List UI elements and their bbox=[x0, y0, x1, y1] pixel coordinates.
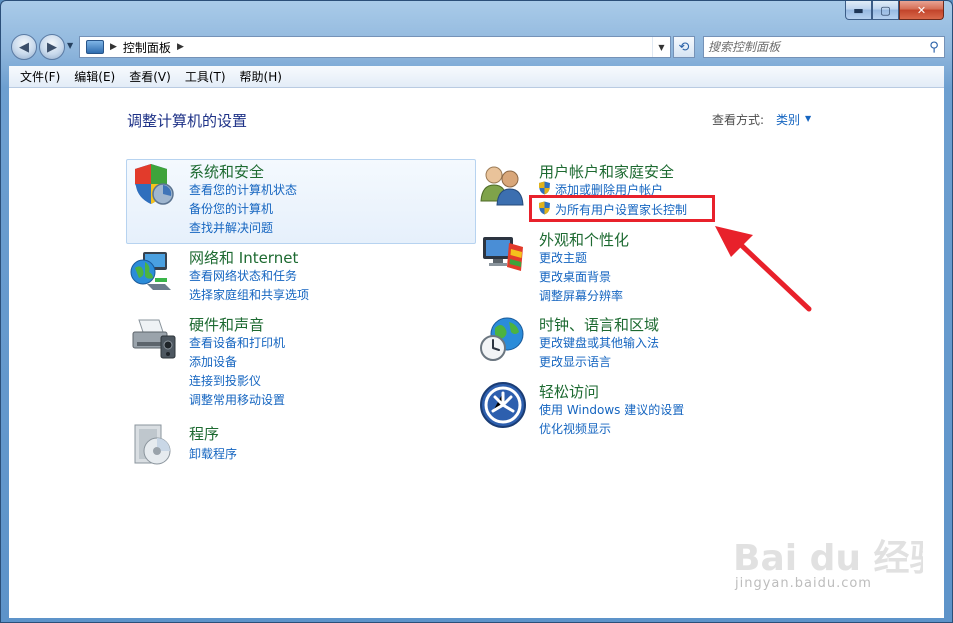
printer-hardware-icon bbox=[132, 319, 176, 359]
forward-arrow-icon: ▶ bbox=[47, 39, 57, 55]
uac-shield-icon bbox=[539, 181, 550, 195]
view-mode-label: 查看方式: bbox=[712, 113, 765, 127]
link-change-display-language[interactable]: 更改显示语言 bbox=[539, 353, 611, 370]
link-optimize-visual-display[interactable]: 优化视频显示 bbox=[539, 420, 611, 437]
link-add-device[interactable]: 添加设备 bbox=[189, 353, 237, 370]
search-box[interactable]: ⚲ bbox=[703, 36, 945, 58]
link-view-network-status[interactable]: 查看网络状态和任务 bbox=[189, 267, 297, 284]
category-title-system-security[interactable]: 系统和安全 bbox=[189, 161, 264, 182]
annotation-highlight-box bbox=[529, 195, 715, 222]
back-button[interactable]: ◀ bbox=[11, 34, 37, 60]
user-accounts-icon bbox=[480, 166, 524, 206]
close-button[interactable]: ✕ bbox=[899, 1, 944, 20]
watermark-url: jingyan.baidu.com bbox=[735, 576, 872, 591]
link-change-theme[interactable]: 更改主题 bbox=[539, 249, 587, 266]
address-dropdown-button[interactable]: ▼ bbox=[652, 37, 670, 57]
appearance-monitor-icon bbox=[483, 237, 523, 271]
link-devices-printers[interactable]: 查看设备和打印机 bbox=[189, 334, 285, 351]
recent-pages-dropdown[interactable]: ▼ bbox=[67, 41, 73, 50]
menu-tools[interactable]: 工具(T) bbox=[178, 66, 233, 88]
refresh-icon: ⟲ bbox=[678, 39, 690, 55]
annotation-arrow-icon bbox=[715, 226, 812, 312]
menu-file[interactable]: 文件(F) bbox=[13, 66, 67, 88]
forward-button[interactable]: ▶ bbox=[39, 34, 65, 60]
address-bar[interactable]: ▶ 控制面板 ▶ ▼ bbox=[79, 36, 671, 58]
menu-edit[interactable]: 编辑(E) bbox=[67, 66, 122, 88]
ease-of-access-icon bbox=[480, 382, 526, 428]
link-change-keyboard-input[interactable]: 更改键盘或其他输入法 bbox=[539, 334, 659, 351]
caption-buttons: ▬ ▢ ✕ bbox=[845, 1, 944, 20]
link-screen-resolution[interactable]: 调整屏幕分辨率 bbox=[539, 287, 623, 304]
network-globe-icon bbox=[130, 252, 171, 290]
category-title-appearance[interactable]: 外观和个性化 bbox=[539, 229, 629, 250]
link-backup-computer[interactable]: 备份您的计算机 bbox=[189, 200, 273, 217]
search-input[interactable] bbox=[708, 38, 924, 56]
minimize-button[interactable]: ▬ bbox=[845, 1, 872, 20]
link-mobility-settings[interactable]: 调整常用移动设置 bbox=[189, 391, 285, 408]
category-system-security[interactable] bbox=[126, 159, 476, 244]
page-title: 调整计算机的设置 bbox=[127, 112, 248, 130]
category-title-hardware-sound[interactable]: 硬件和声音 bbox=[189, 314, 264, 335]
back-arrow-icon: ◀ bbox=[19, 39, 29, 55]
control-panel-window: ▬ ▢ ✕ ◀ ▶ ▼ ▶ 控制面板 ▶ ▼ ⟲ ⚲ 文件(F) 编辑(E) 查… bbox=[0, 0, 953, 623]
menu-bar: 文件(F) 编辑(E) 查看(V) 工具(T) 帮助(H) bbox=[9, 66, 944, 88]
link-troubleshoot[interactable]: 查找并解决问题 bbox=[189, 219, 273, 236]
shield-security-icon bbox=[135, 164, 174, 205]
link-connect-projector[interactable]: 连接到投影仪 bbox=[189, 372, 261, 389]
category-title-network-internet[interactable]: 网络和 Internet bbox=[189, 247, 298, 268]
category-title-clock-language-region[interactable]: 时钟、语言和区域 bbox=[539, 314, 659, 335]
category-title-ease-of-access[interactable]: 轻松访问 bbox=[539, 381, 599, 402]
breadcrumb-control-panel[interactable]: 控制面板 bbox=[123, 39, 171, 56]
content-area: 调整计算机的设置 查看方式: 类别 ▼ 系统和安全 查看您的计算机状态 备份您的… bbox=[9, 88, 944, 618]
programs-disc-icon bbox=[134, 424, 171, 465]
link-view-computer-status[interactable]: 查看您的计算机状态 bbox=[189, 181, 297, 198]
link-windows-recommended-settings[interactable]: 使用 Windows 建议的设置 bbox=[539, 401, 684, 418]
maximize-button[interactable]: ▢ bbox=[872, 1, 899, 20]
navigation-bar: ◀ ▶ ▼ ▶ 控制面板 ▶ ▼ ⟲ ⚲ bbox=[9, 31, 945, 61]
breadcrumb-chevron-icon[interactable]: ▶ bbox=[177, 42, 184, 52]
control-panel-icon bbox=[86, 40, 104, 54]
category-title-user-accounts[interactable]: 用户帐户和家庭安全 bbox=[539, 161, 674, 182]
search-icon[interactable]: ⚲ bbox=[924, 40, 944, 55]
watermark-brand: Bai du 经验 bbox=[733, 538, 923, 579]
category-title-programs[interactable]: 程序 bbox=[189, 423, 219, 444]
link-uninstall-program[interactable]: 卸载程序 bbox=[189, 445, 237, 462]
menu-view[interactable]: 查看(V) bbox=[122, 66, 178, 88]
link-homegroup-sharing[interactable]: 选择家庭组和共享选项 bbox=[189, 286, 309, 303]
menu-help[interactable]: 帮助(H) bbox=[233, 66, 289, 88]
breadcrumb-chevron-icon[interactable]: ▶ bbox=[110, 42, 117, 52]
view-mode-chevron-down-icon[interactable]: ▼ bbox=[805, 114, 811, 123]
link-change-desktop-background[interactable]: 更改桌面背景 bbox=[539, 268, 611, 285]
refresh-button[interactable]: ⟲ bbox=[673, 36, 695, 58]
view-mode-dropdown[interactable]: 类别 bbox=[776, 111, 800, 128]
clock-globe-icon bbox=[480, 317, 524, 361]
